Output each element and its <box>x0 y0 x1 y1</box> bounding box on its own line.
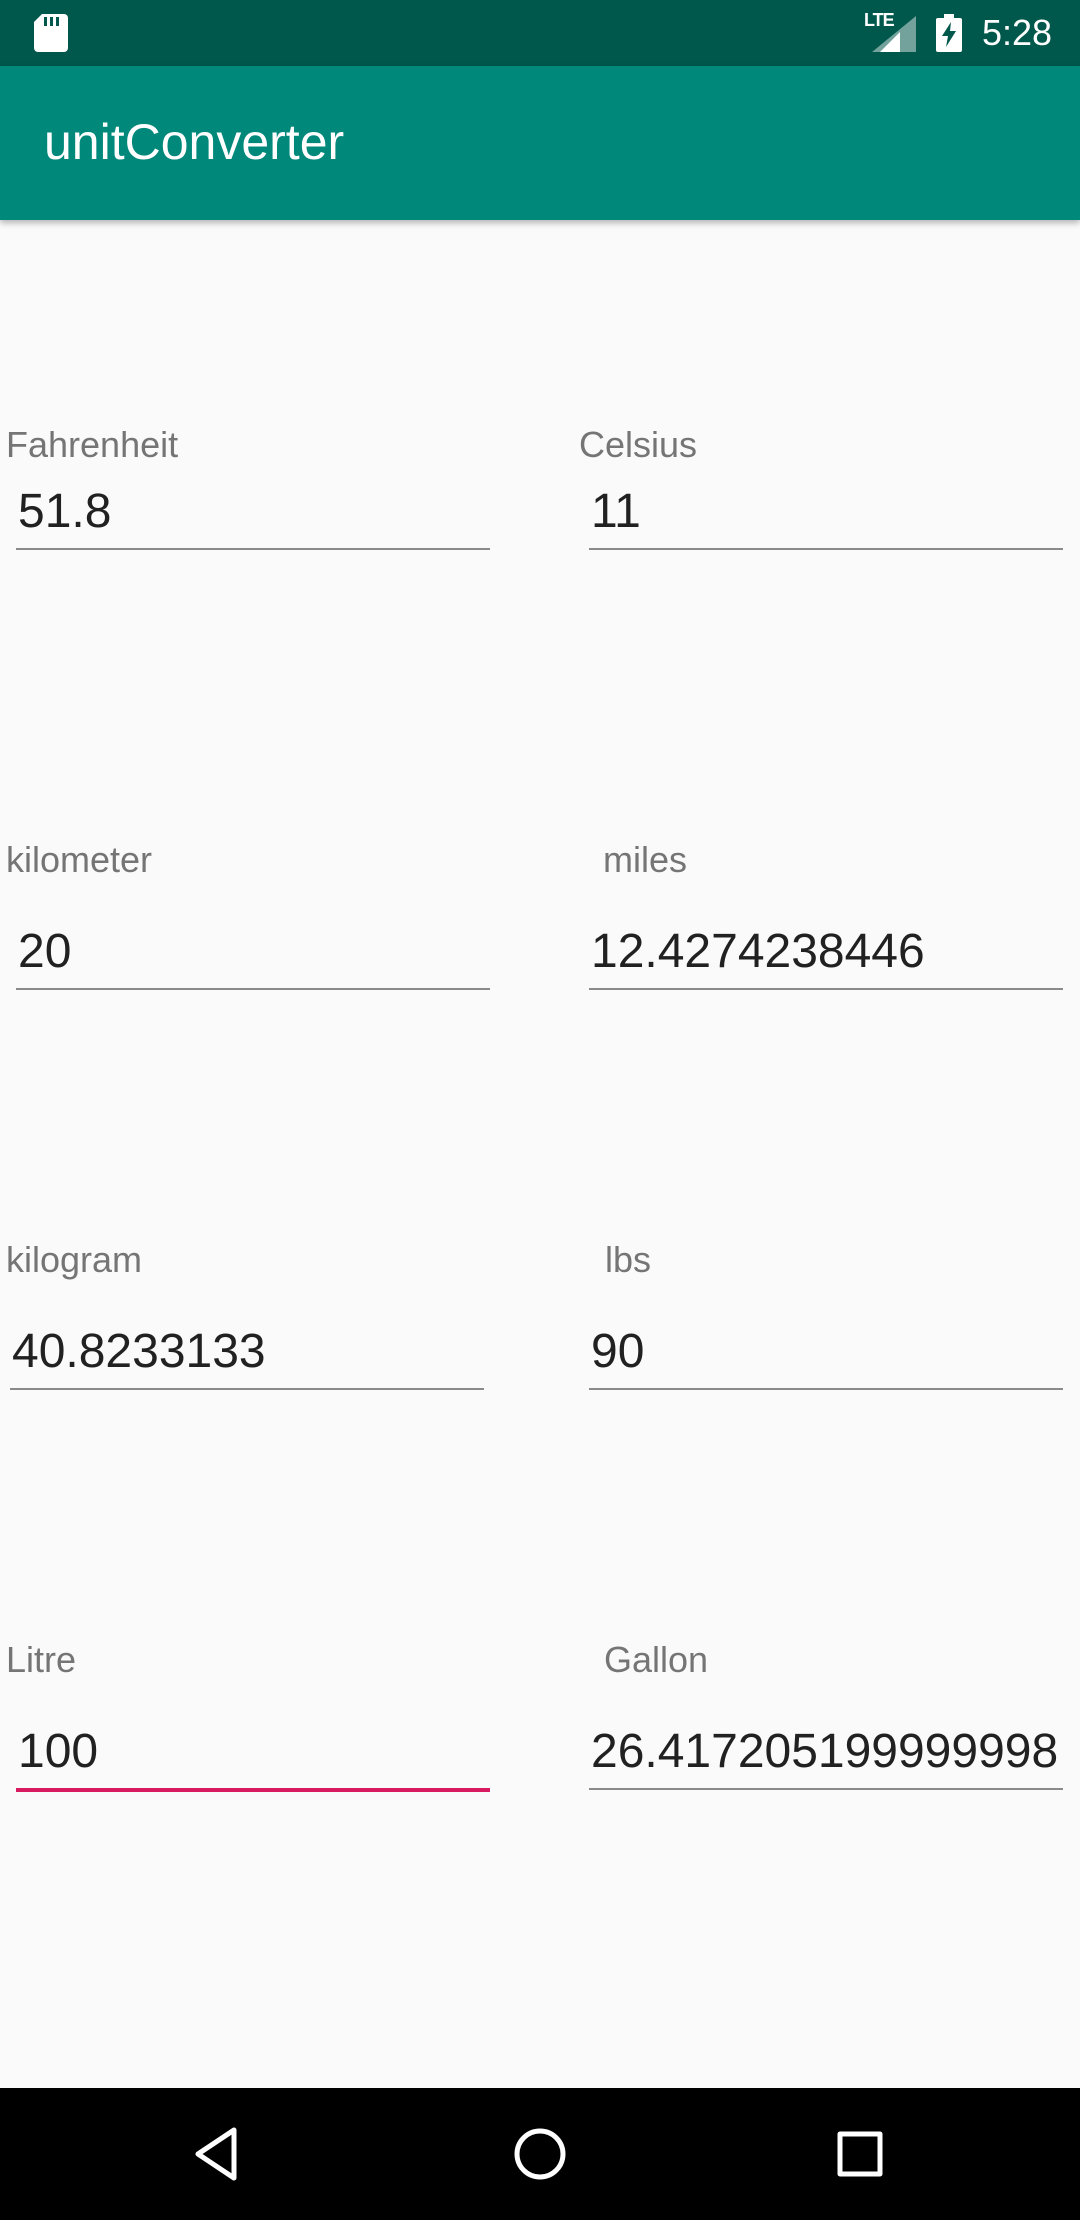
miles-label: miles <box>603 839 688 880</box>
gallon-value: 26.417205199999998 <box>591 1725 1059 1778</box>
fahrenheit-value: 51.8 <box>18 485 112 538</box>
gallon-label: Gallon <box>604 1639 709 1680</box>
kilogram-label: kilogram <box>6 1239 143 1280</box>
gallon-input[interactable]: 26.417205199999998 <box>589 1718 1063 1790</box>
kilometer-input[interactable]: 20 <box>16 918 490 990</box>
kilometer-label: kilometer <box>6 839 153 880</box>
navigation-bar <box>0 2088 1080 2220</box>
app-title: unitConverter <box>44 114 345 170</box>
status-time: 5:28 <box>982 12 1053 53</box>
signal-icon <box>872 16 916 52</box>
lbs-input[interactable]: 90 <box>589 1318 1063 1390</box>
lbs-value: 90 <box>591 1325 645 1378</box>
celsius-input[interactable]: 11 <box>589 478 1063 550</box>
miles-input[interactable]: 12.4274238446 <box>589 918 1063 990</box>
lbs-label: lbs <box>605 1239 652 1280</box>
fahrenheit-input[interactable]: 51.8 <box>16 478 490 550</box>
battery-charging-icon <box>936 14 962 52</box>
back-icon[interactable] <box>188 2122 252 2186</box>
kilogram-input[interactable]: 40.8233133 <box>10 1318 484 1390</box>
home-icon[interactable] <box>508 2122 572 2186</box>
recents-icon[interactable] <box>828 2122 892 2186</box>
fahrenheit-label: Fahrenheit <box>6 424 179 465</box>
status-bar: LTE 5:28 <box>0 0 1080 66</box>
sd-card-icon <box>34 14 68 52</box>
litre-input[interactable]: 100 <box>16 1718 490 1792</box>
kilogram-value: 40.8233133 <box>12 1325 266 1378</box>
kilometer-value: 20 <box>18 925 72 978</box>
miles-value: 12.4274238446 <box>591 925 925 978</box>
app-bar: unitConverter <box>0 66 1080 220</box>
celsius-label: Celsius <box>579 424 698 465</box>
litre-label: Litre <box>6 1639 77 1680</box>
litre-value: 100 <box>18 1725 99 1778</box>
celsius-value: 11 <box>591 485 641 538</box>
